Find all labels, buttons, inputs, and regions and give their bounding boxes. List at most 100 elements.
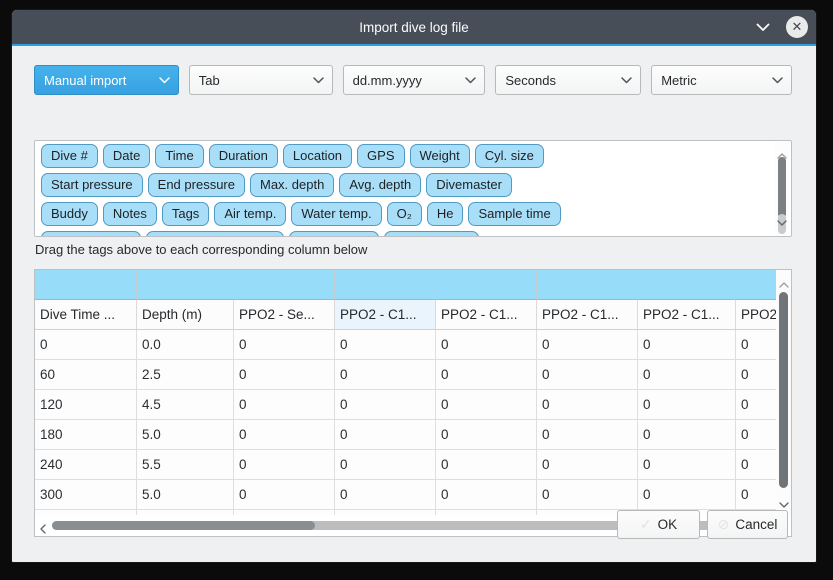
column-header[interactable]: Dive Time ... bbox=[35, 300, 137, 330]
dialog-body: Manual import Tab dd.mm.yyyy Seconds Met… bbox=[12, 46, 816, 563]
table-cell: 0 bbox=[537, 390, 638, 420]
table-cell: 0 bbox=[335, 390, 436, 420]
table-cell: 0 bbox=[436, 450, 537, 480]
tag-dive[interactable]: Dive # bbox=[41, 144, 98, 168]
column-header[interactable]: PPO2 - C1... bbox=[736, 300, 778, 330]
table-cell: 0.0 bbox=[137, 330, 234, 360]
table-vertical-scrollbar[interactable] bbox=[776, 270, 791, 517]
drop-target-cell[interactable] bbox=[736, 270, 778, 300]
chevron-down-icon[interactable] bbox=[755, 21, 771, 33]
table-row: 1805.0000000 bbox=[35, 420, 791, 450]
import-mode-select[interactable]: Manual import bbox=[34, 65, 179, 95]
tag-list: Dive #DateTimeDurationLocationGPSWeightC… bbox=[34, 140, 792, 237]
tag-sample-depth[interactable]: Sample depth bbox=[41, 231, 141, 237]
table-cell: 0 bbox=[638, 480, 736, 510]
table-cell: 5.5 bbox=[137, 450, 234, 480]
table-header-row: Dive Time ...Depth (m)PPO2 - Se...PPO2 -… bbox=[35, 300, 791, 330]
units-select[interactable]: Metric bbox=[651, 65, 792, 95]
table-cell: 0 bbox=[234, 480, 335, 510]
scroll-up-icon[interactable] bbox=[779, 275, 789, 293]
titlebar[interactable]: Import dive log file ✕ bbox=[12, 10, 816, 44]
scroll-down-icon[interactable] bbox=[777, 213, 787, 231]
drop-target-cell[interactable] bbox=[137, 270, 234, 300]
tag-he[interactable]: He bbox=[427, 202, 464, 226]
field-separator-select[interactable]: Tab bbox=[189, 65, 333, 95]
tag-notes[interactable]: Notes bbox=[103, 202, 157, 226]
tag-o[interactable]: O₂ bbox=[387, 202, 422, 226]
table-row: 00.0000000 bbox=[35, 330, 791, 360]
check-icon: ✓ bbox=[640, 516, 652, 533]
chevron-down-icon bbox=[313, 77, 324, 84]
drop-target-row bbox=[35, 270, 791, 300]
table-cell: 240 bbox=[35, 450, 137, 480]
table-cell: 180 bbox=[35, 420, 137, 450]
tag-divemaster[interactable]: Divemaster bbox=[426, 173, 512, 197]
cancel-label: Cancel bbox=[735, 517, 777, 532]
table-cell: 0 bbox=[335, 330, 436, 360]
tag-duration[interactable]: Duration bbox=[209, 144, 278, 168]
tag-air-temp[interactable]: Air temp. bbox=[214, 202, 286, 226]
table-cell: 0 bbox=[234, 360, 335, 390]
tag-time[interactable]: Time bbox=[155, 144, 203, 168]
table-cell: 0 bbox=[234, 420, 335, 450]
date-format-value: dd.mm.yyyy bbox=[353, 73, 466, 88]
tag-sample-temperature[interactable]: Sample temperature bbox=[146, 231, 284, 237]
tag-weight[interactable]: Weight bbox=[410, 144, 470, 168]
duration-format-select[interactable]: Seconds bbox=[495, 65, 641, 95]
cancel-circle-icon: ⊘ bbox=[718, 516, 730, 533]
tag-avg-depth[interactable]: Avg. depth bbox=[339, 173, 421, 197]
tag-tags[interactable]: Tags bbox=[162, 202, 209, 226]
table-row: 602.5000000 bbox=[35, 360, 791, 390]
tag-list-scrollbar[interactable] bbox=[775, 142, 789, 235]
tag-cyl-size[interactable]: Cyl. size bbox=[475, 144, 544, 168]
table-cell: 0 bbox=[537, 360, 638, 390]
tag-date[interactable]: Date bbox=[103, 144, 150, 168]
table-cell: 0 bbox=[638, 330, 736, 360]
tag-sample-cns[interactable]: Sample CNS bbox=[384, 231, 479, 237]
ok-label: OK bbox=[658, 517, 678, 532]
tag-buddy[interactable]: Buddy bbox=[41, 202, 98, 226]
cancel-button[interactable]: ⊘ Cancel bbox=[707, 510, 788, 539]
tag-water-temp[interactable]: Water temp. bbox=[291, 202, 381, 226]
table-cell: 0 bbox=[35, 330, 137, 360]
tag-sample-time[interactable]: Sample time bbox=[468, 202, 560, 226]
tag-row: Dive #DateTimeDurationLocationGPSWeightC… bbox=[39, 144, 773, 168]
table-cell: 0 bbox=[436, 360, 537, 390]
table-body: 00.0000000602.50000001204.50000001805.00… bbox=[35, 330, 791, 537]
date-format-select[interactable]: dd.mm.yyyy bbox=[343, 65, 486, 95]
scroll-left-icon[interactable] bbox=[40, 521, 46, 537]
column-header[interactable]: Depth (m) bbox=[137, 300, 234, 330]
scrollbar-thumb[interactable] bbox=[52, 521, 315, 530]
tag-end-pressure[interactable]: End pressure bbox=[148, 173, 245, 197]
tag-sample-po[interactable]: Sample pO₂ bbox=[289, 231, 379, 237]
column-header[interactable]: PPO2 - C1... bbox=[436, 300, 537, 330]
scrollbar-thumb[interactable] bbox=[778, 157, 786, 218]
table-cell: 0 bbox=[736, 480, 778, 510]
column-header[interactable]: PPO2 - C1... bbox=[638, 300, 736, 330]
table-cell: 4.5 bbox=[137, 390, 234, 420]
table-cell: 0 bbox=[537, 420, 638, 450]
tag-gps[interactable]: GPS bbox=[357, 144, 404, 168]
table-cell: 0 bbox=[335, 480, 436, 510]
drop-target-cell[interactable] bbox=[335, 270, 436, 300]
scrollbar-thumb[interactable] bbox=[779, 292, 788, 488]
close-icon[interactable]: ✕ bbox=[786, 16, 808, 38]
column-header[interactable]: PPO2 - C1... bbox=[335, 300, 436, 330]
window-title: Import dive log file bbox=[359, 20, 469, 35]
tag-start-pressure[interactable]: Start pressure bbox=[41, 173, 143, 197]
drop-target-cell[interactable] bbox=[436, 270, 537, 300]
table-cell: 0 bbox=[335, 450, 436, 480]
ok-button[interactable]: ✓ OK bbox=[617, 510, 700, 539]
drop-target-cell[interactable] bbox=[234, 270, 335, 300]
chevron-down-icon bbox=[465, 77, 476, 84]
table-cell: 0 bbox=[335, 420, 436, 450]
table-cell: 5.0 bbox=[137, 420, 234, 450]
column-header[interactable]: PPO2 - C1... bbox=[537, 300, 638, 330]
drop-target-cell[interactable] bbox=[537, 270, 638, 300]
tag-max-depth[interactable]: Max. depth bbox=[250, 173, 334, 197]
drop-target-cell[interactable] bbox=[638, 270, 736, 300]
column-header[interactable]: PPO2 - Se... bbox=[234, 300, 335, 330]
instruction-text: Drag the tags above to each correspondin… bbox=[35, 242, 367, 257]
tag-location[interactable]: Location bbox=[283, 144, 352, 168]
drop-target-cell[interactable] bbox=[35, 270, 137, 300]
